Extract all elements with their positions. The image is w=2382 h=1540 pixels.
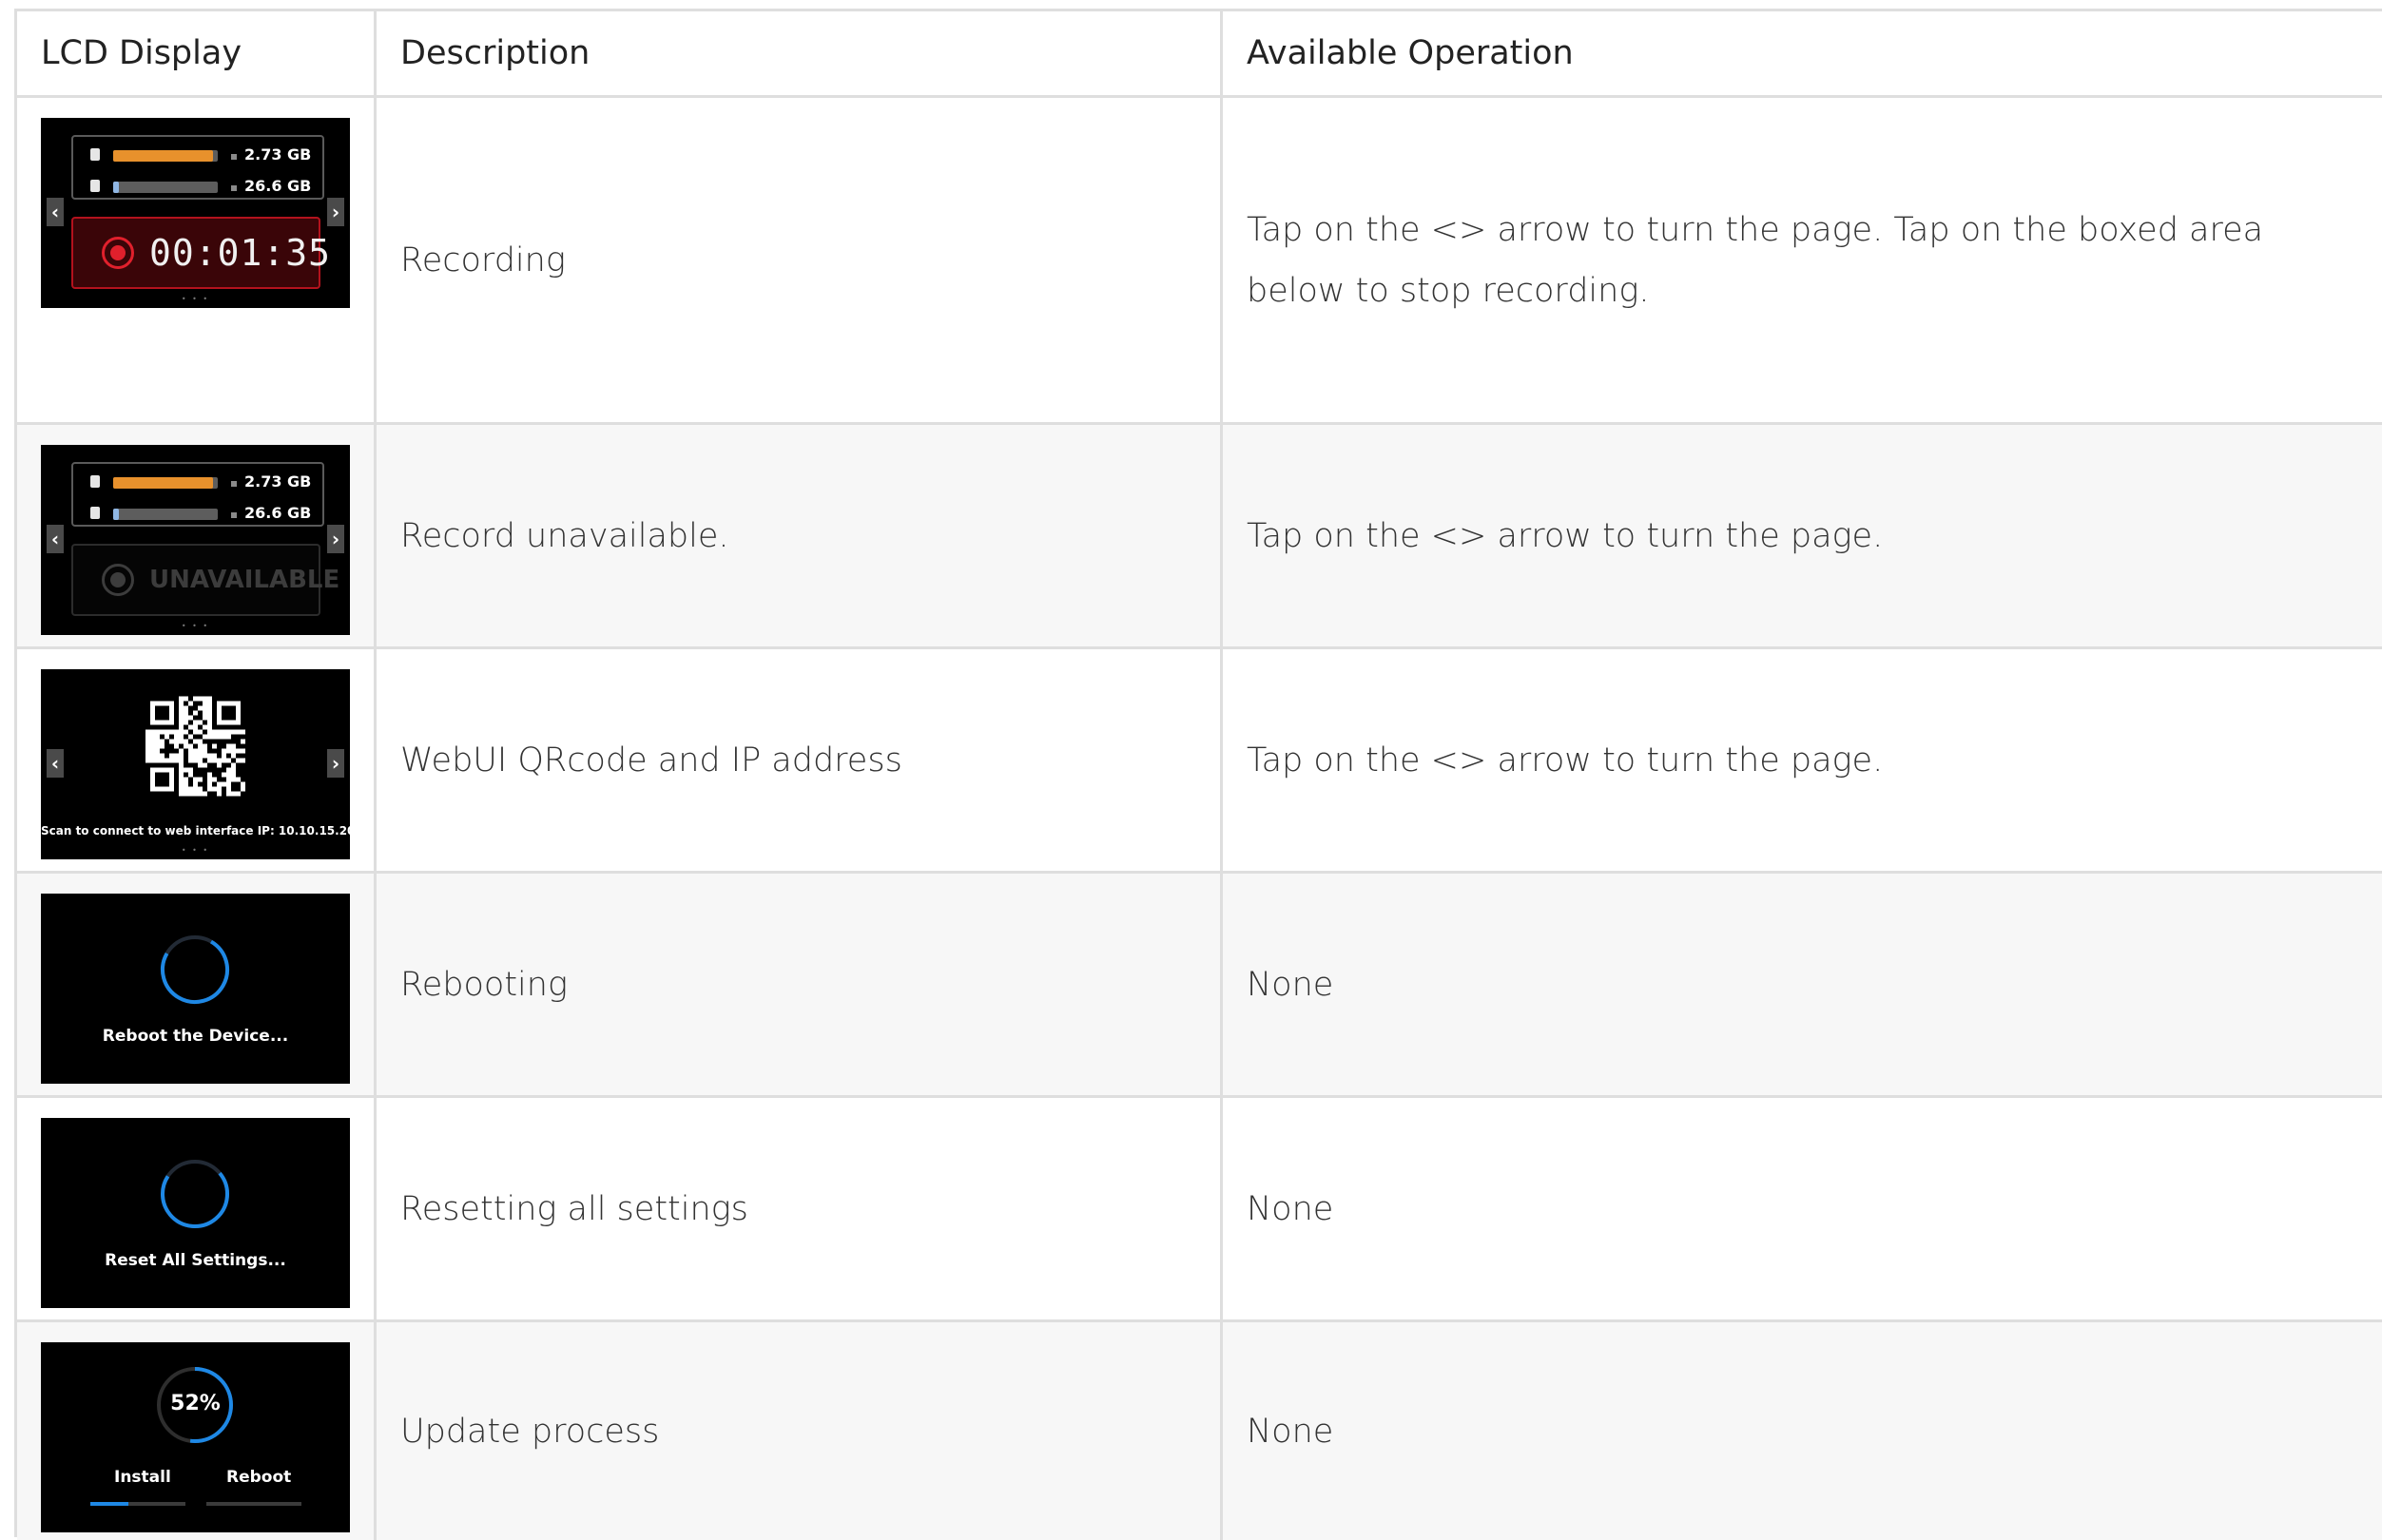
loading-spinner-icon (161, 1160, 229, 1228)
chevron-left-icon[interactable]: ‹ (47, 749, 64, 778)
loading-spinner-icon (161, 934, 229, 1004)
row-operation: Tap on the <> arrow to turn the page. (1247, 741, 1884, 780)
record-icon (102, 237, 134, 269)
qr-code-icon (145, 696, 245, 797)
storage-panel: 2.73 GB 26.6 GB (71, 462, 324, 527)
storage-panel: 2.73 GB 26.6 GB (71, 135, 324, 200)
page-indicator: • • • (181, 622, 210, 630)
table-row: 2.73 GB 26.6 GB ‹ › UNAVAILABLE • • • Re… (17, 425, 2382, 649)
chevron-left-icon[interactable]: ‹ (47, 525, 64, 553)
reboot-label: Reboot (226, 1468, 292, 1487)
storage-size: 26.6 GB (244, 177, 312, 195)
lcd-recording-screen: 2.73 GB 26.6 GB ‹ › 00:01:35 • • • (41, 118, 350, 308)
storage-bar (113, 509, 218, 520)
update-percent: 52% (170, 1392, 221, 1415)
row-description: Resetting all settings (400, 1189, 748, 1228)
webui-ip-caption: Scan to connect to web interface IP: 10.… (41, 824, 350, 837)
install-label: Install (114, 1468, 171, 1487)
header-description: Description (400, 34, 591, 72)
header-lcd-display: LCD Display (41, 34, 242, 72)
chevron-right-icon[interactable]: › (327, 525, 344, 553)
table-row: ‹ › Scan to connect to web interface IP:… (17, 649, 2382, 874)
install-progress-bar (90, 1502, 185, 1506)
lcd-webui-screen: ‹ › Scan to connect to web interface IP:… (41, 669, 350, 859)
chevron-left-icon[interactable]: ‹ (47, 198, 64, 226)
row-operation: Tap on the <> arrow to turn the page. (1247, 516, 1884, 555)
row-description: Update process (400, 1412, 660, 1451)
row-description: Rebooting (400, 965, 568, 1004)
lcd-resetting-screen: Reset All Settings... (41, 1118, 350, 1308)
storage-bar (113, 477, 218, 489)
page-indicator: • • • (181, 846, 210, 855)
usb-drive-icon (90, 507, 100, 519)
reboot-progress-bar (206, 1502, 301, 1506)
row-description: Record unavailable. (400, 516, 729, 555)
table-row: 2.73 GB 26.6 GB ‹ › 00:01:35 • • • Recor… (17, 98, 2382, 425)
lcd-unavailable-screen: 2.73 GB 26.6 GB ‹ › UNAVAILABLE • • • (41, 445, 350, 635)
header-available-operation: Available Operation (1247, 34, 1574, 72)
reboot-caption: Reboot the Device... (102, 1027, 289, 1046)
storage-bar (113, 182, 218, 193)
storage-size: 26.6 GB (244, 504, 312, 522)
usb-drive-icon (90, 180, 100, 192)
row-description: Recording (400, 241, 566, 279)
stop-recording-area[interactable]: 00:01:35 (71, 217, 330, 289)
record-icon (102, 564, 134, 596)
row-operation: None (1247, 1189, 1334, 1228)
storage-size: 2.73 GB (244, 472, 312, 491)
table-row: Reset All Settings... Resetting all sett… (17, 1098, 2382, 1322)
lcd-rebooting-screen: Reboot the Device... (41, 894, 350, 1084)
table-row: 52% Install Reboot Update process None (17, 1322, 2382, 1540)
storage-size: 2.73 GB (244, 145, 312, 164)
row-operation: Tap on the <> arrow to turn the page. Ta… (1247, 210, 2264, 310)
table-row: Reboot the Device... Rebooting None (17, 874, 2382, 1098)
page-indicator: • • • (181, 295, 210, 303)
lcd-status-table: LCD Display Description Available Operat… (14, 9, 2382, 1540)
record-status: UNAVAILABLE (149, 566, 340, 594)
row-operation: None (1247, 1412, 1334, 1451)
recording-timer: 00:01:35 (149, 232, 332, 274)
row-description: WebUI QRcode and IP address (400, 741, 902, 780)
row-operation: None (1247, 965, 1334, 1004)
lcd-update-screen: 52% Install Reboot (41, 1342, 350, 1532)
table-header-row: LCD Display Description Available Operat… (17, 11, 2382, 98)
reset-caption: Reset All Settings... (105, 1251, 286, 1270)
storage-bar (113, 150, 218, 162)
sd-card-icon (90, 148, 100, 161)
chevron-right-icon[interactable]: › (327, 749, 344, 778)
chevron-right-icon[interactable]: › (327, 198, 344, 226)
sd-card-icon (90, 475, 100, 488)
record-unavailable-area: UNAVAILABLE (71, 544, 339, 616)
